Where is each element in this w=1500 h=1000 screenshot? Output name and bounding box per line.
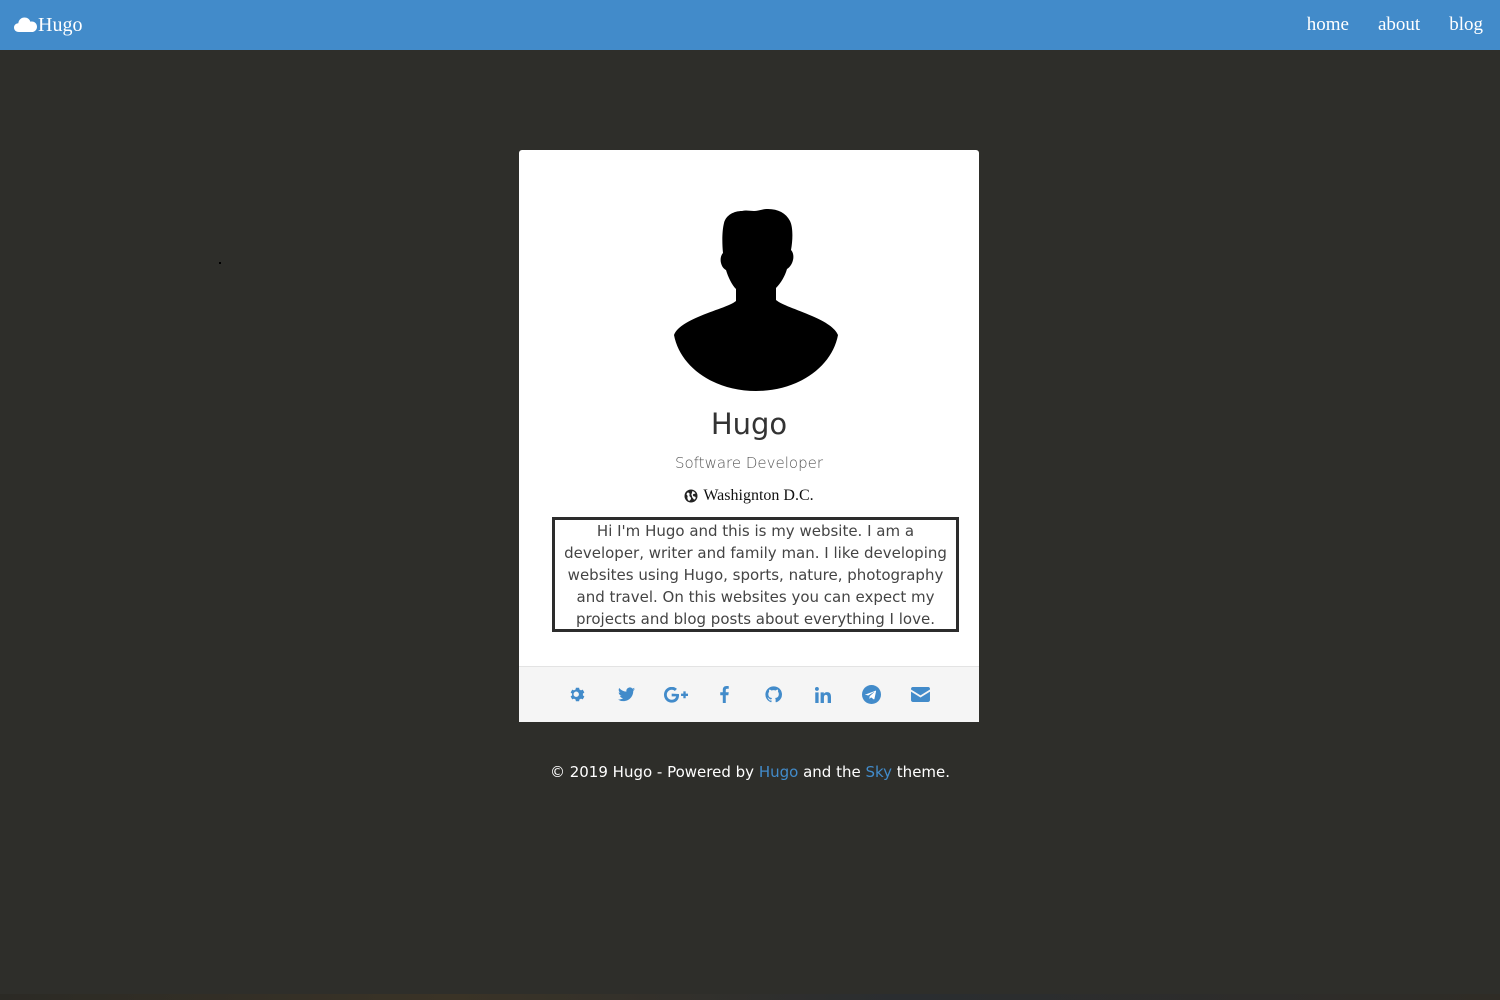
social-linkedin-link[interactable] xyxy=(798,680,847,710)
nav-links: home about blog xyxy=(1278,14,1483,36)
profile-bio: Hi I'm Hugo and this is my website. I am… xyxy=(552,517,959,632)
profile-name: Hugo xyxy=(710,407,788,441)
social-gear-link[interactable] xyxy=(553,680,602,710)
github-icon xyxy=(765,686,782,703)
nav-about-link[interactable]: about xyxy=(1378,14,1420,36)
telegram-icon xyxy=(862,685,881,704)
social-twitter-link[interactable] xyxy=(602,680,651,710)
google-plus-icon xyxy=(663,686,688,703)
facebook-icon xyxy=(720,686,729,703)
nav-home-link[interactable]: home xyxy=(1307,14,1349,36)
footer-hugo-link[interactable]: Hugo xyxy=(759,763,799,781)
background-speck xyxy=(219,262,221,264)
twitter-icon xyxy=(618,687,635,702)
social-github-link[interactable] xyxy=(749,680,798,710)
navbar: Hugo home about blog xyxy=(0,0,1500,50)
social-telegram-link[interactable] xyxy=(847,680,896,710)
profile-role: Software Developer xyxy=(674,454,824,472)
social-google-plus-link[interactable] xyxy=(651,680,700,710)
footer-middle: and the xyxy=(798,763,866,781)
avatar-silhouette-icon xyxy=(674,209,838,391)
linkedin-icon xyxy=(814,686,831,703)
footer-prefix: © 2019 Hugo - Powered by xyxy=(549,763,759,781)
footer-sky-link[interactable]: Sky xyxy=(865,763,892,781)
social-email-link[interactable] xyxy=(896,680,945,710)
location-text: Washignton D.C. xyxy=(703,487,814,504)
bottom-background-strip xyxy=(0,994,1500,1000)
profile-location: Washignton D.C. xyxy=(519,487,979,505)
cloud-icon xyxy=(14,17,37,32)
footer-suffix: theme. xyxy=(892,763,951,781)
social-facebook-link[interactable] xyxy=(700,680,749,710)
social-links-bar xyxy=(519,666,979,722)
gear-icon xyxy=(570,687,585,702)
page-footer: © 2019 Hugo - Powered by Hugo and the Sk… xyxy=(0,763,1500,781)
email-icon xyxy=(911,687,930,702)
brand-link[interactable]: Hugo xyxy=(14,14,82,37)
globe-icon xyxy=(684,489,698,503)
brand-text: Hugo xyxy=(38,13,83,36)
nav-blog-link[interactable]: blog xyxy=(1449,14,1483,36)
